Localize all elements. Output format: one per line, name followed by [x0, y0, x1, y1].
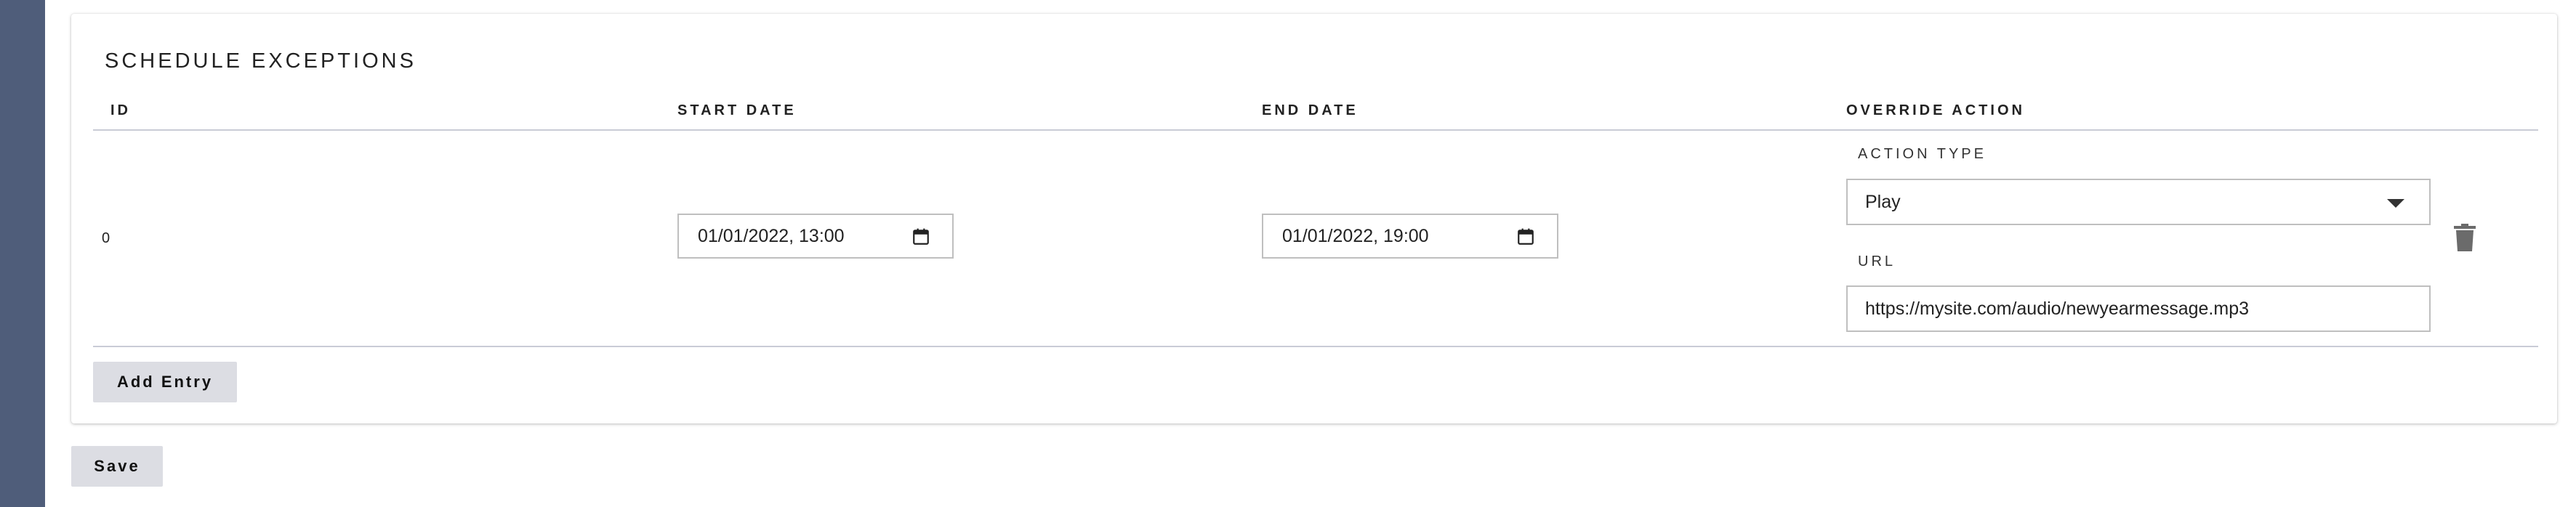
url-input[interactable]: https://mysite.com/audio/newyearmessage.… [1846, 285, 2431, 332]
save-button[interactable]: Save [71, 446, 163, 487]
column-header-override-action: OVERRIDE ACTION [1846, 102, 2025, 118]
url-value: https://mysite.com/audio/newyearmessage.… [1865, 298, 2250, 319]
trash-icon[interactable] [2454, 224, 2476, 251]
row-divider [93, 346, 2538, 347]
end-date-input[interactable]: 01/01/2022, 19:00 [1262, 214, 1558, 259]
end-date-value: 01/01/2022, 19:00 [1282, 225, 1429, 246]
calendar-icon[interactable] [911, 227, 930, 246]
column-header-start-date: START DATE [677, 102, 797, 118]
column-header-id: ID [110, 102, 131, 118]
header-divider [93, 129, 2538, 131]
section-title: SCHEDULE EXCEPTIONS [105, 49, 416, 73]
action-type-value: Play [1865, 191, 1901, 212]
chevron-down-icon [2387, 199, 2404, 208]
action-type-select[interactable]: Play [1846, 179, 2431, 225]
column-header-end-date: END DATE [1262, 102, 1359, 118]
calendar-icon[interactable] [1516, 227, 1535, 246]
sidebar [0, 0, 45, 507]
row-id: 0 [102, 230, 110, 246]
action-type-label: ACTION TYPE [1858, 146, 1987, 162]
start-date-value: 01/01/2022, 13:00 [698, 225, 845, 246]
start-date-input[interactable]: 01/01/2022, 13:00 [677, 214, 954, 259]
add-entry-button[interactable]: Add Entry [93, 362, 237, 402]
url-label: URL [1858, 254, 1896, 269]
